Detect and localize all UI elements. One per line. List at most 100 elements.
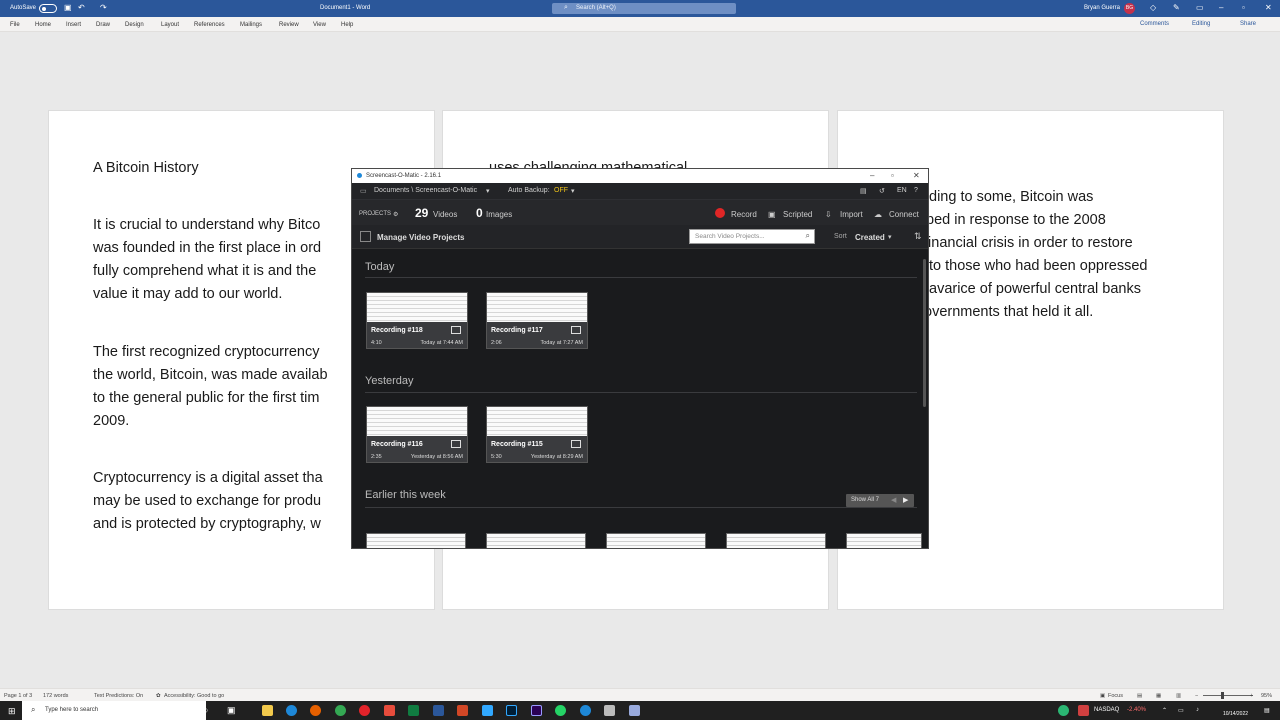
folder-icon[interactable] <box>571 326 581 334</box>
stock-icon[interactable] <box>1078 705 1089 716</box>
recording-thumbnail[interactable] <box>606 533 706 548</box>
focus-icon[interactable]: ▣ <box>1100 693 1105 699</box>
help-icon[interactable]: ? <box>914 187 918 194</box>
tab-draw[interactable]: Draw <box>96 22 110 28</box>
undo-icon[interactable]: ↶ <box>78 3 85 13</box>
recording-card-115[interactable]: Recording #115 5:30 Yesterday at 8:29 AM <box>486 406 588 463</box>
windows-start-icon[interactable]: ⊞ <box>8 706 16 717</box>
tab-references[interactable]: References <box>194 22 225 28</box>
focus-button[interactable]: Focus <box>1108 693 1123 699</box>
weather-icon[interactable] <box>1058 705 1069 716</box>
word-search-box[interactable]: ⌕ Search (Alt+Q) <box>552 3 736 14</box>
web-layout-icon[interactable]: ▥ <box>1176 693 1181 699</box>
zoom-slider-thumb[interactable] <box>1221 692 1224 699</box>
recording-thumbnail[interactable] <box>486 533 586 548</box>
word-count[interactable]: 172 words <box>43 693 68 699</box>
manage-checkbox[interactable] <box>360 231 371 242</box>
folder-icon[interactable] <box>451 440 461 448</box>
zoom-level[interactable]: 95% <box>1261 693 1272 699</box>
next-icon[interactable]: ▶ <box>903 496 908 504</box>
user-name[interactable]: Bryan Guerra <box>1084 5 1120 11</box>
read-mode-icon[interactable]: ▤ <box>1137 693 1142 699</box>
text-predictions[interactable]: Text Predictions: On <box>94 693 143 699</box>
diamond-icon[interactable]: ◇ <box>1150 3 1156 13</box>
save-icon[interactable]: ▣ <box>64 3 72 13</box>
manage-video-projects[interactable]: Manage Video Projects <box>377 233 464 242</box>
maximize-icon[interactable]: ▫ <box>891 171 894 180</box>
notepad-icon[interactable] <box>629 705 640 716</box>
opera-icon[interactable] <box>359 705 370 716</box>
redo-icon[interactable]: ↷ <box>100 3 107 13</box>
task-view-icon[interactable]: ▣ <box>227 705 236 716</box>
cortana-icon[interactable]: ○ <box>203 705 208 715</box>
images-count[interactable]: 0 <box>476 206 483 220</box>
tab-insert[interactable]: Insert <box>66 22 81 28</box>
recording-thumbnail[interactable] <box>846 533 922 548</box>
chevron-down-icon[interactable]: ▾ <box>571 187 575 195</box>
ribbon-display-icon[interactable]: ▭ <box>1196 3 1204 13</box>
language-selector[interactable]: EN <box>897 187 907 194</box>
scrollbar-thumb[interactable] <box>923 259 926 407</box>
volume-icon[interactable]: ♪ <box>1196 707 1199 713</box>
connect-button[interactable]: Connect <box>889 210 919 219</box>
tab-help[interactable]: Help <box>341 22 353 28</box>
folder-path[interactable]: Documents \ Screencast-O-Matic <box>374 187 477 194</box>
folder-icon[interactable] <box>571 440 581 448</box>
scripted-icon[interactable]: ▣ <box>768 210 776 219</box>
gear-icon[interactable]: ⚙ <box>393 211 398 218</box>
network-icon[interactable]: ▭ <box>1178 707 1184 714</box>
tab-view[interactable]: View <box>313 22 326 28</box>
tab-review[interactable]: Review <box>279 22 299 28</box>
recording-thumbnail[interactable] <box>487 407 587 436</box>
print-layout-icon[interactable]: ▦ <box>1156 693 1161 699</box>
nasdaq-label[interactable]: NASDAQ <box>1094 707 1119 713</box>
recording-thumbnail[interactable] <box>366 533 466 548</box>
file-explorer-icon[interactable] <box>262 705 273 716</box>
tab-layout[interactable]: Layout <box>161 22 179 28</box>
chevron-down-icon[interactable]: ▾ <box>888 233 892 241</box>
edge-icon[interactable] <box>286 705 297 716</box>
excel-icon[interactable] <box>408 705 419 716</box>
app-icon[interactable] <box>604 705 615 716</box>
taskbar-search[interactable]: ⌕ Type here to search <box>22 701 206 720</box>
sort-direction-icon[interactable]: ⇅ <box>914 231 922 242</box>
search-video-projects-input[interactable]: Search Video Projects... ⌕ <box>689 229 815 244</box>
comments-button[interactable]: Comments <box>1140 21 1169 27</box>
recording-thumbnail[interactable] <box>487 293 587 322</box>
record-button[interactable]: Record <box>731 210 757 219</box>
show-all-button[interactable]: Show All 7 <box>851 497 879 503</box>
powerpoint-icon[interactable] <box>457 705 468 716</box>
clock-date[interactable]: 10/14/2022 <box>1223 711 1248 717</box>
sort-value[interactable]: Created <box>855 233 885 242</box>
record-dot-icon[interactable] <box>715 208 725 218</box>
recording-card-117[interactable]: Recording #117 2:06 Today at 7:27 AM <box>486 292 588 349</box>
notification-icon[interactable]: ▤ <box>1264 707 1270 714</box>
zoom-in-icon[interactable]: + <box>1250 693 1253 699</box>
tab-mailings[interactable]: Mailings <box>240 22 262 28</box>
vivaldi-icon[interactable] <box>384 705 395 716</box>
tab-file[interactable]: File <box>10 22 20 28</box>
videos-label[interactable]: Videos <box>433 210 457 219</box>
tray-chevron-icon[interactable]: ⌃ <box>1162 707 1167 714</box>
chrome-icon[interactable] <box>335 705 346 716</box>
import-icon[interactable]: ⇩ <box>825 210 832 219</box>
whatsapp-icon[interactable] <box>555 705 566 716</box>
recording-thumbnail[interactable] <box>726 533 826 548</box>
folder-icon[interactable] <box>451 326 461 334</box>
screencast-taskbar-icon[interactable] <box>580 705 591 716</box>
accessibility-status[interactable]: Accessibility: Good to go <box>164 693 224 699</box>
history-icon[interactable]: ↺ <box>879 187 885 195</box>
zoom-slider[interactable] <box>1203 695 1253 696</box>
close-icon[interactable]: ✕ <box>1265 3 1272 13</box>
lightroom-icon[interactable] <box>482 705 493 716</box>
premiere-icon[interactable] <box>531 705 542 716</box>
connect-icon[interactable]: ☁ <box>874 210 882 219</box>
images-label[interactable]: Images <box>486 210 512 219</box>
videos-count[interactable]: 29 <box>415 206 428 220</box>
chevron-down-icon[interactable]: ▾ <box>486 187 490 195</box>
photoshop-icon[interactable] <box>506 705 517 716</box>
prev-icon[interactable]: ◀ <box>891 496 896 504</box>
page-indicator[interactable]: Page 1 of 3 <box>4 693 32 699</box>
scripted-button[interactable]: Scripted <box>783 210 812 219</box>
tab-design[interactable]: Design <box>125 22 144 28</box>
